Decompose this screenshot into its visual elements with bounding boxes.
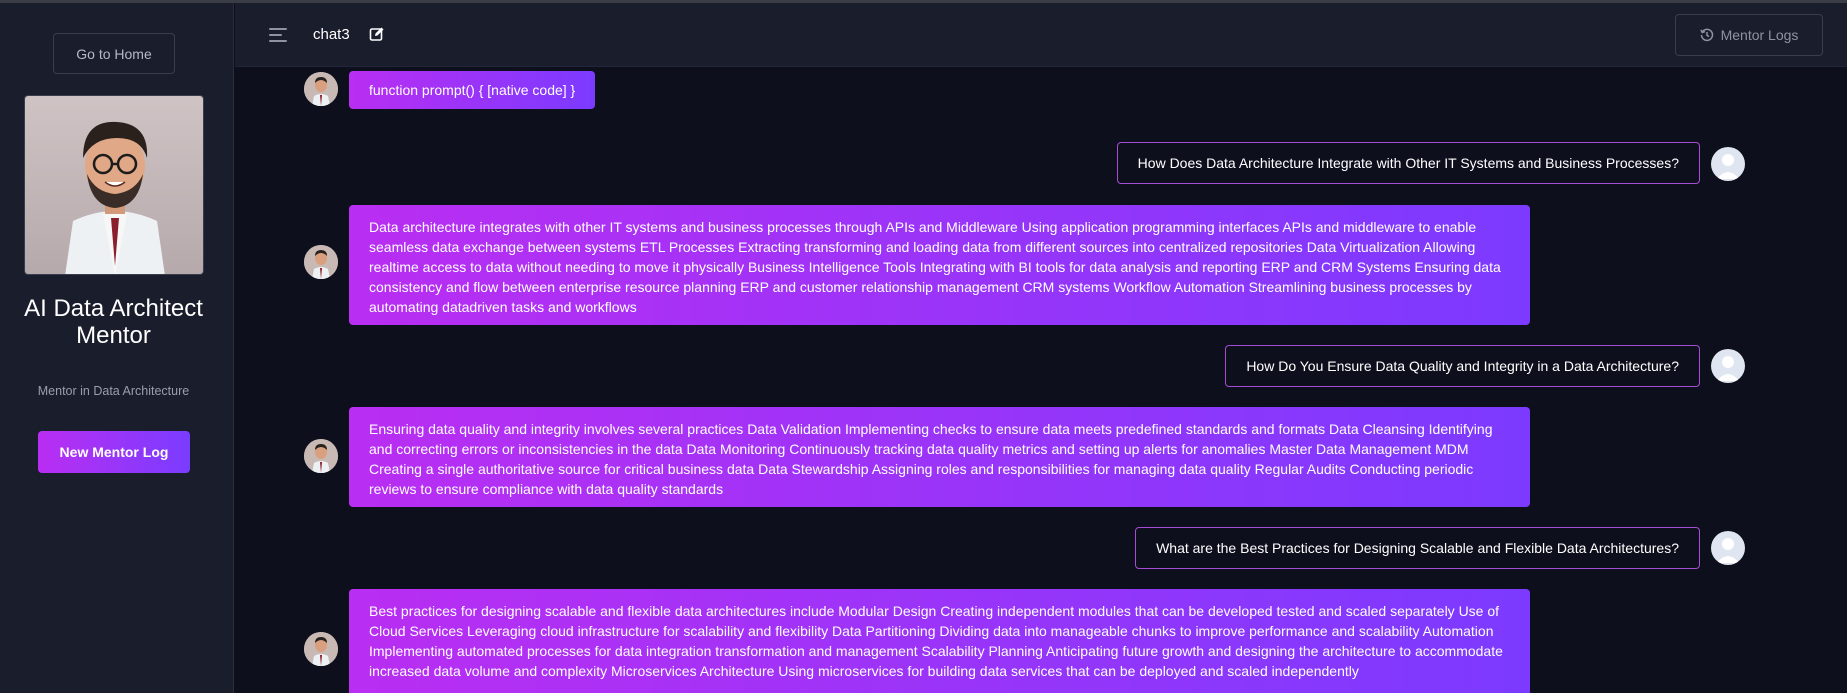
mentor-avatar-illustration bbox=[25, 96, 203, 274]
chat-title: chat3 bbox=[313, 26, 350, 43]
chat-messages: function prompt() { [native code] } How … bbox=[235, 67, 1847, 693]
bot-message: Best practices for designing scalable an… bbox=[349, 589, 1530, 693]
bot-avatar bbox=[304, 439, 338, 473]
history-icon bbox=[1699, 28, 1713, 42]
bot-avatar bbox=[304, 245, 338, 279]
bot-message-text: Best practices for designing scalable an… bbox=[349, 589, 1530, 693]
bot-message: Data architecture integrates with other … bbox=[349, 205, 1530, 325]
user-avatar bbox=[1711, 349, 1745, 383]
mentor-name: AI Data Architect Mentor bbox=[24, 295, 203, 349]
bot-message: function prompt() { [native code] } bbox=[349, 71, 596, 109]
user-message: What are the Best Practices for Designin… bbox=[1135, 527, 1700, 569]
bot-message-text: Data architecture integrates with other … bbox=[349, 205, 1530, 325]
new-mentor-log-button[interactable]: New Mentor Log bbox=[38, 431, 190, 473]
user-message: How Does Data Architecture Integrate wit… bbox=[1116, 142, 1700, 184]
chat-header: chat3 Mentor Logs bbox=[235, 3, 1847, 67]
mentor-avatar bbox=[24, 95, 204, 275]
edit-icon[interactable] bbox=[369, 26, 385, 42]
bot-message: Ensuring data quality and integrity invo… bbox=[349, 407, 1530, 507]
bot-avatar bbox=[304, 632, 338, 666]
user-avatar bbox=[1711, 531, 1745, 565]
user-message: How Do You Ensure Data Quality and Integ… bbox=[1225, 345, 1700, 387]
mentor-logs-label: Mentor Logs bbox=[1720, 27, 1799, 43]
mentor-logs-button[interactable]: Mentor Logs bbox=[1675, 14, 1823, 56]
bot-avatar bbox=[304, 72, 338, 106]
user-avatar bbox=[1711, 147, 1745, 181]
menu-icon[interactable] bbox=[269, 28, 287, 42]
go-to-home-button[interactable]: Go to Home bbox=[53, 33, 175, 74]
bot-message-text: function prompt() { [native code] } bbox=[349, 71, 596, 109]
sidebar: Go to Home AI Data Architect Mentor Ment… bbox=[0, 3, 234, 693]
mentor-subtitle: Mentor in Data Architecture bbox=[37, 384, 190, 398]
bot-message-text: Ensuring data quality and integrity invo… bbox=[349, 407, 1530, 507]
